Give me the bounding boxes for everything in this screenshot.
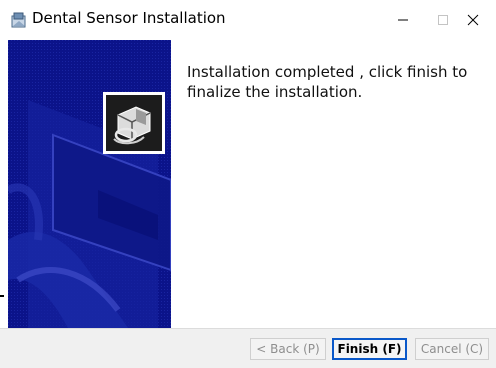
finish-button[interactable]: Finish (F) (332, 338, 407, 360)
minimize-icon (398, 19, 408, 21)
logo-background (106, 95, 162, 151)
installer-window: Dental Sensor Installation Installation … (0, 0, 496, 368)
maximize-icon (438, 15, 448, 25)
title-bar[interactable]: Dental Sensor Installation (0, 0, 496, 40)
cancel-button[interactable]: Cancel (C) (415, 338, 489, 360)
sensor-logo (103, 92, 165, 154)
installer-icon (10, 11, 28, 29)
banner-graphic (8, 40, 171, 328)
window-title: Dental Sensor Installation (32, 9, 226, 27)
sensor-logo-icon (106, 95, 162, 151)
close-button[interactable] (450, 0, 496, 40)
back-button[interactable]: < Back (P) (250, 338, 326, 360)
window-edge-marker (0, 295, 4, 297)
button-bar: < Back (P) Finish (F) Cancel (C) (0, 328, 496, 368)
completion-message: Installation completed , click finish to… (187, 63, 468, 101)
sidebar-banner (8, 40, 171, 328)
close-icon (467, 14, 479, 26)
content-panel: Installation completed , click finish to… (171, 40, 496, 328)
